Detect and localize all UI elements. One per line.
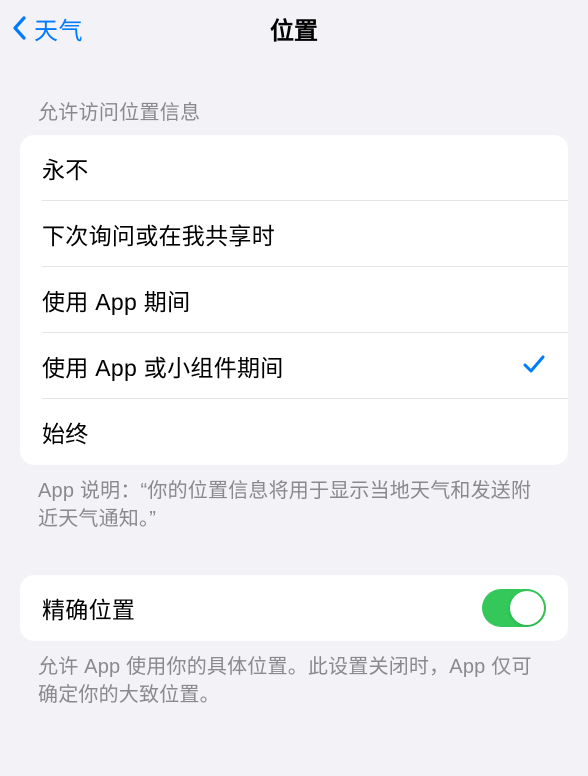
option-label: 使用 App 或小组件期间 <box>42 349 284 383</box>
option-ask-next-time[interactable]: 下次询问或在我共享时 <box>20 201 568 267</box>
precise-location-toggle[interactable] <box>482 589 546 627</box>
option-label: 始终 <box>42 415 89 449</box>
option-label: 永不 <box>42 151 89 185</box>
back-button[interactable]: 天气 <box>0 11 83 46</box>
section-header-allow-access: 允许访问位置信息 <box>0 56 588 135</box>
option-while-using-app[interactable]: 使用 App 期间 <box>20 267 568 333</box>
option-always[interactable]: 始终 <box>20 399 568 465</box>
checkmark-icon <box>522 352 546 381</box>
back-label: 天气 <box>34 11 83 46</box>
precise-location-row[interactable]: 精确位置 <box>20 575 568 641</box>
back-chevron-icon <box>10 14 30 42</box>
precise-location-label: 精确位置 <box>42 591 135 625</box>
page-title: 位置 <box>270 11 318 46</box>
toggle-knob <box>510 591 544 625</box>
option-label: 使用 App 期间 <box>42 283 190 317</box>
section-footer-precise-location: 允许 App 使用你的具体位置。此设置关闭时，App 仅可确定你的大致位置。 <box>0 641 588 719</box>
option-never[interactable]: 永不 <box>20 135 568 201</box>
option-while-using-app-or-widgets[interactable]: 使用 App 或小组件期间 <box>20 333 568 399</box>
nav-bar: 天气 位置 <box>0 0 588 56</box>
option-label: 下次询问或在我共享时 <box>42 217 275 251</box>
section-footer-app-explanation: App 说明：“你的位置信息将用于显示当地天气和发送附近天气通知。” <box>0 465 588 543</box>
precise-location-group: 精确位置 <box>20 575 568 641</box>
location-access-group: 永不 下次询问或在我共享时 使用 App 期间 使用 App 或小组件期间 始终 <box>20 135 568 465</box>
